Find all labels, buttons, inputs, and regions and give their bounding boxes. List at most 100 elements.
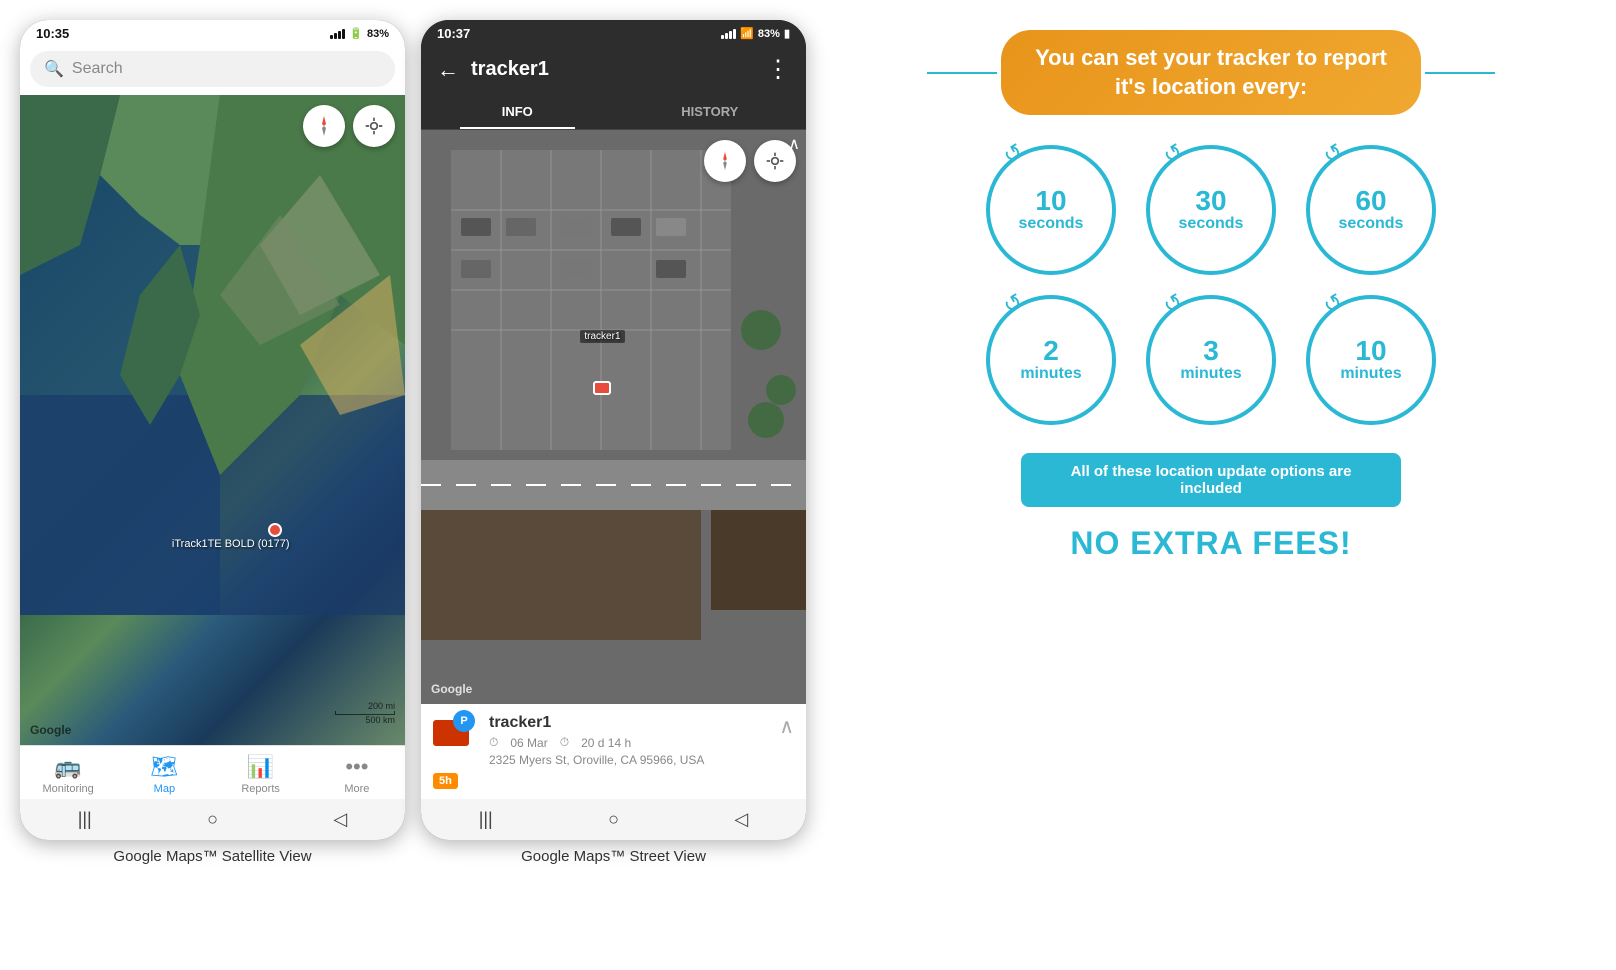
info-panel-header: P tracker1 ⏱ 06 Mar ⏱ 20 d 14 h 2325 Mye…	[433, 714, 794, 767]
status-icons-2: 📶 83% ▮	[721, 27, 790, 40]
tracker-date: 06 Mar	[510, 736, 547, 750]
scale-200mi: 200 mi	[368, 701, 395, 711]
sys-back-1[interactable]: |||	[78, 809, 92, 830]
sys-back-2[interactable]: |||	[479, 809, 493, 830]
satellite-map-area[interactable]: iTrack1TE BOLD (0177) Google 200 mi 500 …	[20, 95, 405, 745]
num-10sec: 10	[1035, 187, 1066, 215]
signal-icon-2	[721, 29, 736, 39]
tracker-car	[593, 381, 611, 395]
battery-pct-1: 83%	[367, 28, 389, 40]
status-icons-1: 🔋 83%	[330, 27, 389, 40]
status-bar-1: 10:35 🔋 83%	[20, 20, 405, 45]
tracker-dot-1	[268, 523, 282, 537]
tracker-duration: 20 d 14 h	[581, 736, 631, 750]
unit-10min: minutes	[1340, 365, 1401, 383]
header-title: tracker1	[471, 58, 754, 81]
time-2: 10:37	[437, 26, 470, 41]
system-nav-1: ||| ○ ◁	[20, 799, 405, 840]
arrow-2min: ↺	[999, 288, 1028, 320]
num-30sec: 30	[1195, 187, 1226, 215]
tracker-icon-wrapper: P	[433, 714, 479, 760]
google-watermark-1: Google	[30, 723, 71, 737]
compass-button[interactable]	[303, 105, 345, 147]
map-icon: 🗺	[150, 754, 178, 780]
tracker-info: tracker1 ⏱ 06 Mar ⏱ 20 d 14 h 2325 Myers…	[489, 714, 769, 767]
collapse-arrow[interactable]: ∧	[788, 134, 800, 154]
system-nav-2: ||| ○ ◁	[421, 799, 806, 840]
unit-10sec: seconds	[1019, 215, 1084, 233]
compass-button-2[interactable]	[704, 140, 746, 182]
locate-button[interactable]	[353, 105, 395, 147]
nav-reports[interactable]: 📊 Reports	[213, 754, 309, 795]
included-text: All of these location update options are…	[1071, 463, 1352, 497]
circle-3min: ↺ 3 minutes	[1146, 295, 1276, 425]
unit-30sec: seconds	[1179, 215, 1244, 233]
unit-60sec: seconds	[1339, 215, 1404, 233]
monitoring-icon: 🚌	[54, 754, 81, 780]
search-icon: 🔍	[44, 59, 64, 79]
num-3min: 3	[1203, 337, 1219, 365]
back-button[interactable]: ←	[437, 57, 459, 83]
tracker-avatar: P	[453, 710, 475, 732]
phone-satellite: 10:35 🔋 83% 🔍 Search	[20, 20, 405, 840]
tab-history[interactable]: HISTORY	[614, 94, 807, 129]
menu-button[interactable]: ⋮	[766, 55, 790, 84]
nav-monitoring[interactable]: 🚌 Monitoring	[20, 754, 116, 795]
unit-2min: minutes	[1020, 365, 1081, 383]
arrow-10min: ↺	[1319, 288, 1348, 320]
caption-aerial: Google Maps™ Street View	[521, 848, 706, 865]
satellite-map: iTrack1TE BOLD (0177) Google 200 mi 500 …	[20, 95, 405, 745]
arrow-3min: ↺	[1159, 288, 1188, 320]
circle-30sec: ↺ 30 seconds	[1146, 145, 1276, 275]
scale-500km: 500 km	[365, 715, 395, 725]
time-1: 10:35	[36, 26, 69, 41]
locate-icon	[364, 116, 384, 136]
status-bar-2: 10:37 📶 83% ▮	[421, 20, 806, 45]
nav-map-label: Map	[154, 783, 175, 795]
circle-60sec: ↺ 60 seconds	[1306, 145, 1436, 275]
tab-info-label: INFO	[502, 104, 533, 119]
bottom-nav-1: 🚌 Monitoring 🗺 Map 📊 Reports ••• More	[20, 745, 405, 799]
collapse-btn[interactable]: ∧	[779, 714, 794, 739]
timer-icon: ⏱	[560, 735, 569, 750]
search-container: 🔍 Search	[20, 45, 405, 95]
app-tabs: INFO HISTORY	[421, 94, 806, 130]
sys-home-2[interactable]: ○	[608, 809, 619, 830]
infographic-section: You can set your tracker to report it's …	[826, 10, 1596, 582]
app-header: ← tracker1 ⋮	[421, 45, 806, 94]
reports-icon: 📊	[247, 754, 274, 780]
tracker-address: 2325 Myers St, Oroville, CA 95966, USA	[489, 753, 769, 767]
tracker1-map-label: tracker1	[580, 330, 624, 343]
circle-2min: ↺ 2 minutes	[986, 295, 1116, 425]
sys-recent-1[interactable]: ◁	[333, 809, 347, 830]
wifi-icon-2: 📶	[740, 27, 754, 40]
sys-home-1[interactable]: ○	[207, 809, 218, 830]
aerial-map-area[interactable]: tracker1 Google ∧	[421, 130, 806, 704]
headline-banner: You can set your tracker to report it's …	[1001, 30, 1421, 115]
more-icon: •••	[345, 754, 368, 780]
tab-info[interactable]: INFO	[421, 94, 614, 129]
headline-text: You can set your tracker to report it's …	[1035, 45, 1387, 99]
search-bar[interactable]: 🔍 Search	[30, 51, 395, 87]
included-banner: All of these location update options are…	[1021, 453, 1401, 507]
nav-map[interactable]: 🗺 Map	[116, 754, 212, 795]
tracker-meta: ⏱ 06 Mar ⏱ 20 d 14 h	[489, 735, 769, 750]
tracker-label-1: iTrack1TE BOLD (0177)	[172, 538, 290, 550]
tab-history-label: HISTORY	[681, 104, 738, 119]
tracker-name: tracker1	[489, 714, 769, 732]
google-watermark-2: Google	[431, 682, 472, 696]
caption-satellite: Google Maps™ Satellite View	[113, 848, 311, 865]
compass-icon	[312, 114, 336, 138]
terrain-svg	[20, 95, 405, 745]
arrow-60sec: ↺	[1319, 138, 1348, 170]
compass-icon-2	[714, 150, 736, 172]
locate-icon-2	[765, 151, 785, 171]
nav-more[interactable]: ••• More	[309, 754, 405, 795]
phone-aerial: 10:37 📶 83% ▮ ← tracker1 ⋮	[421, 20, 806, 840]
search-input[interactable]: Search	[72, 60, 123, 78]
aerial-map: tracker1 Google ∧	[421, 130, 806, 704]
circles-grid: ↺ 10 seconds ↺ 30 seconds ↺ 60 seconds ↺…	[986, 145, 1436, 425]
sys-recent-2[interactable]: ◁	[734, 809, 748, 830]
num-2min: 2	[1043, 337, 1059, 365]
nav-monitoring-label: Monitoring	[42, 783, 93, 795]
